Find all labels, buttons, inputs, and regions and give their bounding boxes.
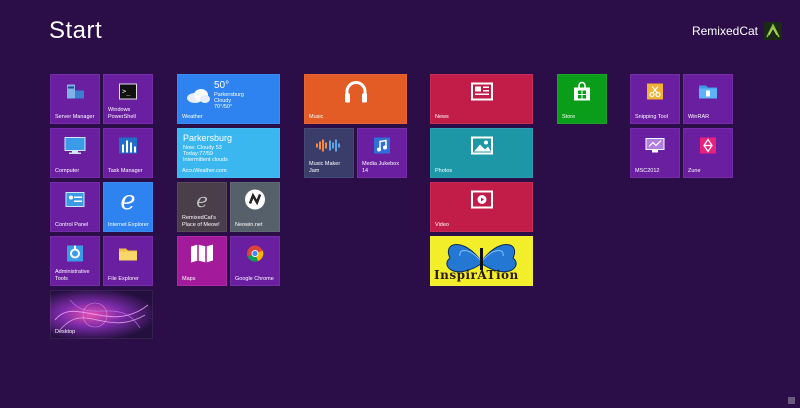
tile-desktop[interactable]: Desktop (50, 290, 153, 339)
tile-task-manager[interactable]: Task Manager (103, 128, 153, 178)
tile-label: Music (309, 113, 324, 120)
tile-neowin[interactable]: Neowin.net (230, 182, 280, 232)
tile-label: Administrative Tools (55, 269, 90, 282)
internet-explorer-icon: e (120, 186, 136, 216)
tile-label: AccuWeather.com (182, 167, 227, 174)
store-bag-icon (572, 81, 592, 107)
weather-temp: 50° (214, 80, 230, 91)
avatar (764, 22, 782, 40)
server-manager-icon (65, 82, 85, 107)
tile-accuweather[interactable]: Parkersburg Now: Cloudy 53 Today:77/59 I… (177, 128, 280, 178)
tile-music-maker-jam[interactable]: Music Maker Jam (304, 128, 354, 178)
tile-chrome[interactable]: Google Chrome (230, 236, 280, 286)
tile-news[interactable]: News (430, 74, 533, 124)
tile-control-panel[interactable]: Control Panel (50, 182, 100, 232)
zune-icon (699, 137, 717, 160)
video-play-icon (470, 190, 493, 214)
tile-label: Computer (55, 167, 80, 174)
headphones-icon (343, 80, 369, 109)
folder-icon (118, 246, 138, 267)
tile-label: Internet Explorer (108, 221, 149, 228)
tile-label: MSC2012 (635, 167, 660, 174)
svg-text:>_: >_ (122, 88, 131, 96)
tile-label: Zune (688, 167, 701, 174)
tile-music[interactable]: Music (304, 74, 407, 124)
user-account[interactable]: RemixedCat (692, 22, 782, 40)
tile-photos[interactable]: Photos (430, 128, 533, 178)
tile-inspiration-image[interactable]: InspirATion (430, 236, 533, 286)
tile-computer[interactable]: Computer (50, 128, 100, 178)
tile-label: Desktop (55, 328, 76, 335)
tile-label: Control Panel (55, 221, 89, 228)
neowin-icon (244, 189, 266, 216)
user-name: RemixedCat (691, 24, 758, 38)
scissors-icon (646, 83, 664, 106)
tile-label: Google Chrome (235, 275, 274, 282)
tile-label: Media Jukebox 14 (362, 161, 399, 174)
control-panel-icon (65, 192, 85, 213)
tile-label: Weather (182, 113, 203, 120)
tile-label: Store (562, 113, 576, 120)
tile-msc2012[interactable]: MSC2012 (630, 128, 680, 178)
tile-label: WinRAR (688, 113, 710, 120)
tile-label: Photos (435, 167, 453, 174)
tile-powershell[interactable]: >_ Windows PowerShell (103, 74, 153, 124)
chrome-icon (246, 245, 264, 268)
tile-label: Neowin.net (235, 221, 263, 228)
accuweather-forecast: Intermittent clouds (183, 157, 228, 163)
tile-label: Task Manager (108, 167, 143, 174)
msc-icon (645, 138, 665, 159)
tile-label: Server Manager (55, 113, 95, 120)
inspiration-text: InspirATion (434, 268, 519, 282)
tile-admin-tools[interactable]: Administrative Tools (50, 236, 100, 286)
waveform-icon (315, 139, 343, 158)
tile-label: RemixedCat's Place of Meow! (182, 215, 220, 228)
newspaper-icon (470, 82, 493, 106)
tile-label: Video (435, 221, 449, 228)
map-icon (190, 244, 214, 269)
cloud-icon (185, 86, 211, 109)
tile-label: Snipping Tool (635, 113, 668, 120)
tile-snipping-tool[interactable]: Snipping Tool (630, 74, 680, 124)
tile-remixedcat-site[interactable]: e RemixedCat's Place of Meow! (177, 182, 227, 232)
tile-label: File Explorer (108, 275, 139, 282)
music-note-icon (373, 137, 391, 160)
winrar-icon (698, 84, 718, 105)
tile-video[interactable]: Video (430, 182, 533, 232)
tile-file-explorer[interactable]: File Explorer (103, 236, 153, 286)
tile-store[interactable]: Store (557, 74, 607, 124)
tile-label: News (435, 113, 449, 120)
tile-maps[interactable]: Maps (177, 236, 227, 286)
zoom-button[interactable] (788, 397, 795, 404)
site-logo-icon: e (196, 187, 208, 212)
tile-internet-explorer[interactable]: e Internet Explorer (103, 182, 153, 232)
computer-icon (64, 137, 86, 160)
start-title: Start (49, 17, 103, 44)
tile-label: Maps (182, 275, 196, 282)
photo-icon (470, 136, 493, 160)
admin-tools-icon (66, 245, 84, 268)
tile-server-manager[interactable]: Server Manager (50, 74, 100, 124)
tile-winrar[interactable]: WinRAR (683, 74, 733, 124)
tile-label: Windows PowerShell (108, 107, 136, 120)
tile-label: Music Maker Jam (309, 161, 341, 174)
weather-range: 70°/50° (214, 104, 233, 110)
tile-zune[interactable]: Zune (683, 128, 733, 178)
task-manager-icon (118, 137, 138, 160)
tile-media-jukebox[interactable]: Media Jukebox 14 (357, 128, 407, 178)
accuweather-city: Parkersburg (183, 133, 233, 143)
powershell-icon: >_ (119, 83, 137, 105)
tile-weather[interactable]: 50° Parkersburg Cloudy 70°/50° Weather (177, 74, 280, 124)
